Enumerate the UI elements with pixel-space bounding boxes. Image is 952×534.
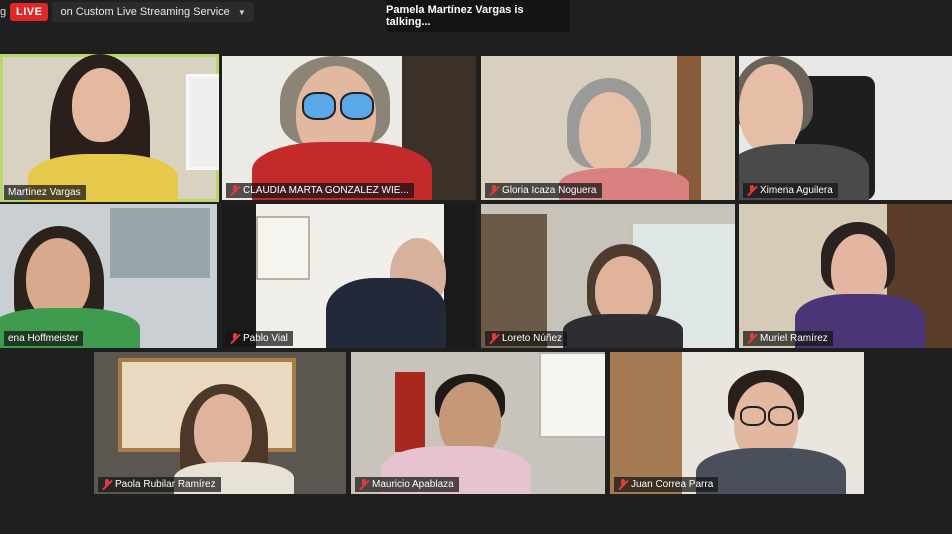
mic-muted-icon (618, 479, 628, 490)
shelf (481, 214, 547, 348)
glasses (740, 406, 766, 426)
participant-label: Pablo Vial (226, 331, 293, 346)
mic-muted-icon (747, 185, 757, 196)
stream-target-label: on Custom Live Streaming Service (60, 6, 230, 18)
video-tile[interactable]: ena Hoffmeister (0, 204, 217, 348)
shutter (110, 208, 210, 278)
glasses (340, 92, 374, 120)
participant-name: Juan Correa Parra (631, 479, 714, 490)
participant-name: Paola Rubilar Ramírez (115, 479, 216, 490)
participant-name: ena Hoffmeister (8, 333, 79, 344)
chevron-down-icon: ▼ (237, 7, 246, 17)
video-tile[interactable]: Gloria Icaza Noguera (481, 56, 735, 200)
participant-name: Gloria Icaza Noguera (502, 185, 597, 196)
jacket (326, 278, 446, 348)
participant-label: CLAUDIA MARTA GONZALEZ WIE... (226, 183, 414, 198)
talking-indicator: Pamela Martínez Vargas is talking... (386, 0, 570, 32)
stream-target-dropdown[interactable]: on Custom Live Streaming Service ▼ (52, 2, 254, 22)
jacket (696, 448, 846, 494)
glasses (768, 406, 794, 426)
participant-label: ena Hoffmeister (4, 331, 84, 346)
participant-label: Gloria Icaza Noguera (485, 183, 602, 198)
mic-muted-icon (102, 479, 112, 490)
shirt (563, 314, 683, 348)
participant-label: Juan Correa Parra (614, 477, 719, 492)
participant-label: Loreto Núñez (485, 331, 568, 346)
face (739, 64, 803, 154)
participant-label: Martínez Vargas (4, 185, 86, 200)
participant-name: Loreto Núñez (502, 333, 563, 344)
curtain (395, 372, 425, 452)
mic-muted-icon (747, 333, 757, 344)
top-bar-left: g LIVE on Custom Live Streaming Service … (0, 2, 254, 22)
whiteboard (539, 352, 605, 438)
mic-muted-icon (359, 479, 369, 490)
participant-name: Martínez Vargas (8, 187, 81, 198)
video-tile[interactable]: Martínez Vargas (0, 54, 219, 202)
video-tile[interactable]: Muriel Ramírez (739, 204, 952, 348)
participant-label: Muriel Ramírez (743, 331, 833, 346)
video-tile[interactable]: Paola Rubilar Ramírez (94, 352, 346, 494)
face (194, 394, 252, 468)
participant-name: Muriel Ramírez (760, 333, 828, 344)
participant-label: Mauricio Apablaza (355, 477, 459, 492)
glasses (302, 92, 336, 120)
participant-name: Ximena Aguilera (760, 185, 833, 196)
face (579, 92, 641, 172)
video-tile[interactable]: Pablo Vial (222, 204, 476, 348)
participant-label: Paola Rubilar Ramírez (98, 477, 221, 492)
live-badge[interactable]: LIVE (10, 3, 49, 21)
mic-muted-icon (489, 333, 499, 344)
mic-muted-icon (489, 185, 499, 196)
participant-name: Mauricio Apablaza (372, 479, 454, 490)
video-tile[interactable]: Mauricio Apablaza (351, 352, 605, 494)
edge-text: g (0, 6, 6, 18)
mic-muted-icon (230, 185, 240, 196)
video-tile[interactable]: Juan Correa Parra (610, 352, 864, 494)
participant-name: Pablo Vial (243, 333, 288, 344)
video-tile[interactable]: Ximena Aguilera (739, 56, 952, 200)
video-tile[interactable]: Loreto Núñez (481, 204, 735, 348)
face (72, 68, 130, 142)
video-tile[interactable]: CLAUDIA MARTA GONZALEZ WIE... (222, 56, 476, 200)
hand-print-frame (256, 216, 310, 280)
window-frame (186, 74, 219, 170)
participant-name: CLAUDIA MARTA GONZALEZ WIE... (243, 185, 409, 196)
participant-label: Ximena Aguilera (743, 183, 838, 198)
mic-muted-icon (230, 333, 240, 344)
bookshelf (610, 352, 682, 494)
